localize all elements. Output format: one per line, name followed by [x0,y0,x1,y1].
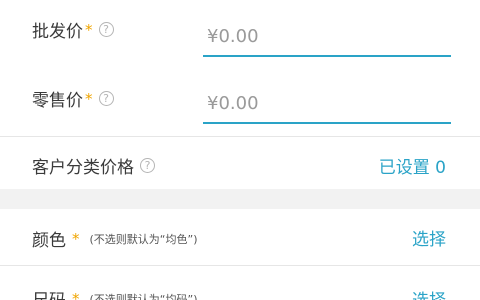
section-gap [0,189,480,209]
customer-pricing-row[interactable]: 客户分类价格 ? 已设置 0 [0,137,480,189]
size-hint: (不选则默认为“均码”) [89,292,198,300]
customer-pricing-label: 客户分类价格 [32,158,134,178]
retail-price-row: 零售价 * ? [0,64,480,136]
color-label-group: 颜色 * (不选则默认为“均色”) [32,226,198,252]
wholesale-price-label-group: 批发价 * ? [32,17,114,42]
required-mark: * [85,89,93,108]
help-icon[interactable]: ? [140,158,155,173]
color-select-button[interactable]: 选择 [412,225,446,250]
help-icon[interactable]: ? [98,91,114,106]
size-label: 尺码 [32,286,66,300]
retail-price-input[interactable] [203,84,451,124]
wholesale-price-input[interactable] [203,17,451,57]
customer-pricing-status[interactable]: 已设置 0 [379,153,446,178]
size-label-group: 尺码 * (不选则默认为“均码”) [32,286,197,300]
required-mark: * [85,20,93,39]
help-icon[interactable]: ? [98,22,114,37]
wholesale-price-row: 批发价 * ? [0,0,480,64]
required-mark: * [72,229,80,248]
color-hint: (不选则默认为“均色”) [89,232,198,246]
color-label: 颜色 [32,231,66,251]
retail-price-label-group: 零售价 * ? [32,86,114,111]
wholesale-price-label: 批发价 [32,22,83,42]
color-row[interactable]: 颜色 * (不选则默认为“均色”) 选择 [0,209,480,265]
customer-pricing-label-group: 客户分类价格 ? [32,153,155,178]
retail-price-label: 零售价 [32,91,83,111]
size-select-button[interactable]: 选择 [412,286,446,300]
size-row[interactable]: 尺码 * (不选则默认为“均码”) 选择 [0,266,480,300]
required-mark: * [72,289,80,300]
